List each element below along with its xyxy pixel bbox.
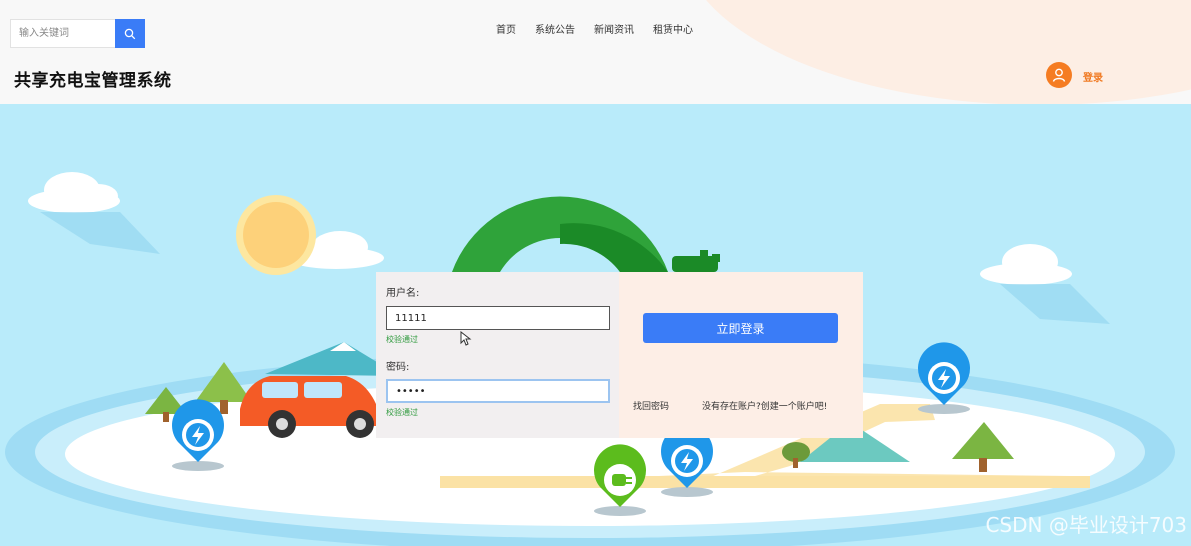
password-field[interactable] (386, 379, 610, 403)
forgot-password-link[interactable]: 找回密码 (633, 399, 669, 412)
nav-item-rental-center[interactable]: 租赁中心 (653, 23, 693, 39)
header: 首页 系统公告 新闻资讯 租赁中心 共享充电宝管理系统 登录 (0, 0, 1191, 104)
username-label: 用户名: (386, 288, 420, 299)
main-nav: 首页 系统公告 新闻资讯 租赁中心 (496, 23, 712, 39)
avatar[interactable] (1046, 62, 1072, 88)
search-icon (124, 28, 136, 39)
watermark: CSDN @毕业设计703 (985, 513, 1187, 537)
cloud-right (980, 244, 1072, 285)
road-horizontal (440, 476, 1090, 488)
search-box (10, 19, 145, 48)
cloud-shadow-left (40, 212, 160, 254)
search-input[interactable] (10, 19, 115, 48)
mouse-cursor-icon (460, 331, 472, 346)
username-valid-hint: 校验通过 (386, 335, 418, 344)
header-decoration (680, 0, 1191, 104)
nav-item-news[interactable]: 新闻资讯 (594, 23, 634, 39)
nav-item-announcements[interactable]: 系统公告 (535, 23, 575, 39)
login-submit-button[interactable]: 立即登录 (643, 313, 838, 343)
cloud-left (28, 172, 120, 213)
search-button[interactable] (115, 19, 145, 48)
cloud-shadow-right (1000, 284, 1110, 324)
site-title: 共享充电宝管理系统 (14, 71, 172, 91)
nav-item-home[interactable]: 首页 (496, 23, 516, 39)
login-actions: 立即登录 找回密码 没有存在账户?创建一个账户吧! (619, 272, 863, 438)
plug-shape (672, 250, 720, 272)
login-link[interactable]: 登录 (1083, 69, 1103, 84)
password-label: 密码: (386, 362, 410, 373)
sun-core (243, 202, 309, 268)
username-field[interactable] (386, 306, 610, 330)
register-link[interactable]: 没有存在账户?创建一个账户吧! (702, 399, 827, 412)
user-icon (1052, 68, 1066, 82)
login-form: 用户名: 校验通过 密码: 校验通过 (376, 272, 619, 438)
login-panel: 用户名: 校验通过 密码: 校验通过 立即登录 找回密码 没有存在账户?创建一个… (376, 272, 863, 438)
password-valid-hint: 校验通过 (386, 408, 418, 417)
